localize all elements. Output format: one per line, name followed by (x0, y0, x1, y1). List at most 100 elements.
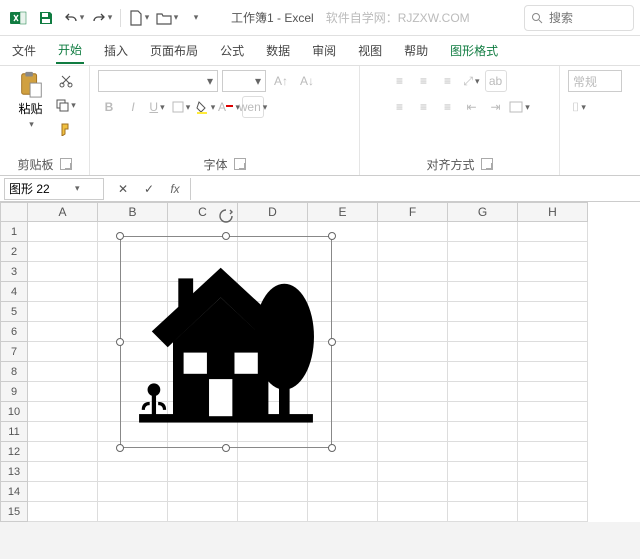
cell[interactable] (28, 302, 98, 322)
row-header-4[interactable]: 4 (0, 282, 28, 302)
cell[interactable] (518, 302, 588, 322)
cell[interactable] (448, 262, 518, 282)
cell[interactable] (448, 302, 518, 322)
col-header-D[interactable]: D (238, 202, 308, 222)
cell[interactable] (28, 382, 98, 402)
cell[interactable] (378, 322, 448, 342)
search-input[interactable] (549, 11, 619, 25)
align-launcher[interactable] (481, 158, 493, 170)
cell[interactable] (518, 442, 588, 462)
redo-button[interactable]: ▾ (90, 6, 114, 30)
cell[interactable] (98, 502, 168, 522)
resize-handle-ne[interactable] (328, 232, 336, 240)
row-header-2[interactable]: 2 (0, 242, 28, 262)
cell[interactable] (518, 402, 588, 422)
cancel-formula-button[interactable]: ✕ (112, 178, 134, 200)
formula-input[interactable] (190, 178, 640, 200)
cell[interactable] (28, 462, 98, 482)
cell[interactable] (378, 362, 448, 382)
tab-view[interactable]: 视图 (356, 38, 384, 63)
font-launcher[interactable] (234, 158, 246, 170)
copy-button[interactable]: ▾ (55, 94, 77, 116)
row-header-9[interactable]: 9 (0, 382, 28, 402)
new-file-icon[interactable]: ▾ (127, 6, 151, 30)
cell[interactable] (28, 362, 98, 382)
cell[interactable] (518, 322, 588, 342)
fx-button[interactable]: fx (164, 178, 186, 200)
cell[interactable] (378, 242, 448, 262)
cell[interactable] (378, 342, 448, 362)
cell[interactable] (98, 482, 168, 502)
cell[interactable] (518, 502, 588, 522)
cut-button[interactable] (55, 70, 77, 92)
cell[interactable] (238, 482, 308, 502)
resize-handle-w[interactable] (116, 338, 124, 346)
col-header-H[interactable]: H (518, 202, 588, 222)
name-box[interactable]: ▾ (4, 178, 104, 200)
tab-help[interactable]: 帮助 (402, 38, 430, 63)
resize-handle-e[interactable] (328, 338, 336, 346)
cell[interactable] (28, 242, 98, 262)
align-left-button[interactable]: ≡ (389, 96, 411, 118)
cell[interactable] (448, 402, 518, 422)
tab-shape-format[interactable]: 图形格式 (448, 38, 500, 63)
fill-color-button[interactable]: ▾ (194, 96, 216, 118)
selected-shape[interactable] (120, 236, 332, 448)
qat-customize[interactable]: ▾ (183, 6, 207, 30)
cell[interactable] (448, 382, 518, 402)
tab-file[interactable]: 文件 (10, 38, 38, 63)
cell[interactable] (448, 422, 518, 442)
row-header-5[interactable]: 5 (0, 302, 28, 322)
cell[interactable] (518, 382, 588, 402)
cell[interactable] (448, 462, 518, 482)
cell[interactable] (448, 282, 518, 302)
decrease-font-button[interactable]: A↓ (296, 70, 318, 92)
col-header-A[interactable]: A (28, 202, 98, 222)
row-header-12[interactable]: 12 (0, 442, 28, 462)
row-header-3[interactable]: 3 (0, 262, 28, 282)
cell[interactable] (28, 402, 98, 422)
chevron-down-icon[interactable]: ▾ (75, 183, 80, 194)
border-button[interactable]: ▾ (170, 96, 192, 118)
cell[interactable] (378, 422, 448, 442)
increase-indent-button[interactable]: ⇥ (485, 96, 507, 118)
row-header-6[interactable]: 6 (0, 322, 28, 342)
save-icon[interactable] (34, 6, 58, 30)
cell[interactable] (238, 462, 308, 482)
cell[interactable] (518, 222, 588, 242)
cell[interactable] (518, 262, 588, 282)
cell[interactable] (378, 442, 448, 462)
cell[interactable] (518, 342, 588, 362)
open-folder-icon[interactable]: ▾ (155, 6, 179, 30)
cell[interactable] (518, 422, 588, 442)
phonetic-button[interactable]: wen▾ (242, 96, 264, 118)
merge-button[interactable]: ▾ (509, 96, 531, 118)
cell[interactable] (28, 262, 98, 282)
resize-handle-nw[interactable] (116, 232, 124, 240)
cell[interactable] (518, 482, 588, 502)
cell[interactable] (28, 322, 98, 342)
increase-font-button[interactable]: A↑ (270, 70, 292, 92)
col-header-B[interactable]: B (98, 202, 168, 222)
cell[interactable] (518, 362, 588, 382)
clipboard-launcher[interactable] (60, 158, 72, 170)
resize-handle-sw[interactable] (116, 444, 124, 452)
enter-formula-button[interactable]: ✓ (138, 178, 160, 200)
tab-page-layout[interactable]: 页面布局 (148, 38, 200, 63)
cell[interactable] (378, 482, 448, 502)
bold-button[interactable]: B (98, 96, 120, 118)
font-color-button[interactable]: A▾ (218, 96, 240, 118)
rotate-handle[interactable] (218, 208, 234, 224)
italic-button[interactable]: I (122, 96, 144, 118)
resize-handle-n[interactable] (222, 232, 230, 240)
cell[interactable] (448, 222, 518, 242)
cell[interactable] (98, 462, 168, 482)
cell[interactable] (448, 342, 518, 362)
cell[interactable] (28, 442, 98, 462)
undo-button[interactable]: ▾ (62, 6, 86, 30)
align-center-button[interactable]: ≡ (413, 96, 435, 118)
underline-button[interactable]: U▾ (146, 96, 168, 118)
row-header-15[interactable]: 15 (0, 502, 28, 522)
cell[interactable] (448, 482, 518, 502)
col-header-E[interactable]: E (308, 202, 378, 222)
